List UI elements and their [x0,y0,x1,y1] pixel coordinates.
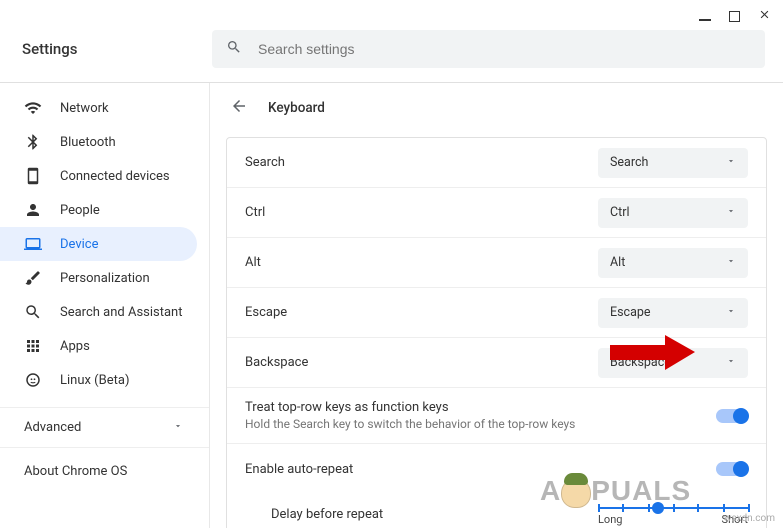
row-sublabel: Hold the Search key to switch the behavi… [245,417,575,431]
sidebar-item-label: Linux (Beta) [60,373,129,388]
brush-icon [24,269,42,287]
sidebar-item-connected-devices[interactable]: Connected devices [0,159,197,193]
linux-icon [24,371,42,389]
row-label: Enable auto-repeat [245,462,353,477]
row-label: Escape [245,305,287,320]
laptop-icon [24,235,42,253]
row-auto-repeat: Enable auto-repeat [227,444,766,494]
dropdown-ctrl[interactable]: Ctrl [598,198,748,228]
back-button[interactable] [230,97,248,119]
about-link[interactable]: About Chrome OS [0,448,209,479]
chevron-down-icon [726,155,736,170]
search-input[interactable] [258,41,751,57]
row-label: Ctrl [245,205,265,220]
sidebar: Network Bluetooth Connected devices Peop… [0,83,210,528]
sidebar-item-network[interactable]: Network [0,91,197,125]
chevron-down-icon [726,255,736,270]
dropdown-alt[interactable]: Alt [598,248,748,278]
dropdown-backspace[interactable]: Backspace [598,348,748,378]
sidebar-item-people[interactable]: People [0,193,197,227]
sidebar-item-label: Connected devices [60,169,170,184]
sidebar-item-label: Personalization [60,271,150,286]
dropdown-escape[interactable]: Escape [598,298,748,328]
bluetooth-icon [24,133,42,151]
row-alt-key: Alt Alt [227,238,766,288]
dropdown-value: Backspace [610,355,671,370]
row-label: Search [245,155,285,170]
sidebar-item-label: Search and Assistant [60,305,183,320]
search-box[interactable] [212,30,765,68]
chevron-down-icon [726,355,736,370]
sidebar-item-label: Device [60,237,99,252]
row-function-keys: Treat top-row keys as function keys Hold… [227,388,766,444]
sidebar-item-search-assistant[interactable]: Search and Assistant [0,295,197,329]
dropdown-value: Search [610,155,648,170]
about-label: About Chrome OS [24,464,127,479]
row-delay-before-repeat: Delay before repeat Long Short [227,494,766,528]
search-icon [24,303,42,321]
sidebar-item-device[interactable]: Device [0,227,197,261]
chevron-down-icon [726,305,736,320]
sidebar-item-label: Bluetooth [60,135,116,150]
dropdown-value: Alt [610,255,625,270]
advanced-toggle[interactable]: Advanced [0,407,209,448]
devices-icon [24,167,42,185]
row-label: Delay before repeat [271,507,383,522]
chevron-down-icon [173,420,183,435]
search-icon [226,39,242,59]
content-area: Keyboard Search Search Ctrl Ctrl Alt [210,83,783,528]
sidebar-item-label: People [60,203,100,218]
page-title: Keyboard [268,100,325,116]
toggle-auto-repeat[interactable] [716,462,748,476]
row-label: Treat top-row keys as function keys [245,400,575,415]
close-button[interactable] [758,8,771,25]
minimize-button[interactable] [699,13,711,21]
sidebar-item-linux[interactable]: Linux (Beta) [0,363,197,397]
person-icon [24,201,42,219]
row-search-key: Search Search [227,138,766,188]
keyboard-settings-card: Search Search Ctrl Ctrl Alt Alt [226,137,767,528]
row-label: Alt [245,255,261,270]
toggle-function-keys[interactable] [716,409,748,423]
sidebar-item-bluetooth[interactable]: Bluetooth [0,125,197,159]
app-title: Settings [22,40,212,58]
row-backspace-key: Backspace Backspace [227,338,766,388]
slider-delay[interactable] [598,507,748,509]
advanced-label: Advanced [24,420,81,435]
maximize-button[interactable] [729,11,740,22]
chevron-down-icon [726,205,736,220]
apps-icon [24,337,42,355]
slider-min-label: Long [598,513,622,526]
sidebar-item-label: Network [60,101,109,116]
row-ctrl-key: Ctrl Ctrl [227,188,766,238]
wifi-icon [24,99,42,117]
row-escape-key: Escape Escape [227,288,766,338]
slider-max-label: Short [722,513,748,526]
dropdown-value: Ctrl [610,205,630,220]
sidebar-item-label: Apps [60,339,90,354]
dropdown-search[interactable]: Search [598,148,748,178]
sidebar-item-apps[interactable]: Apps [0,329,197,363]
dropdown-value: Escape [610,305,651,320]
row-label: Backspace [245,355,308,370]
sidebar-item-personalization[interactable]: Personalization [0,261,197,295]
